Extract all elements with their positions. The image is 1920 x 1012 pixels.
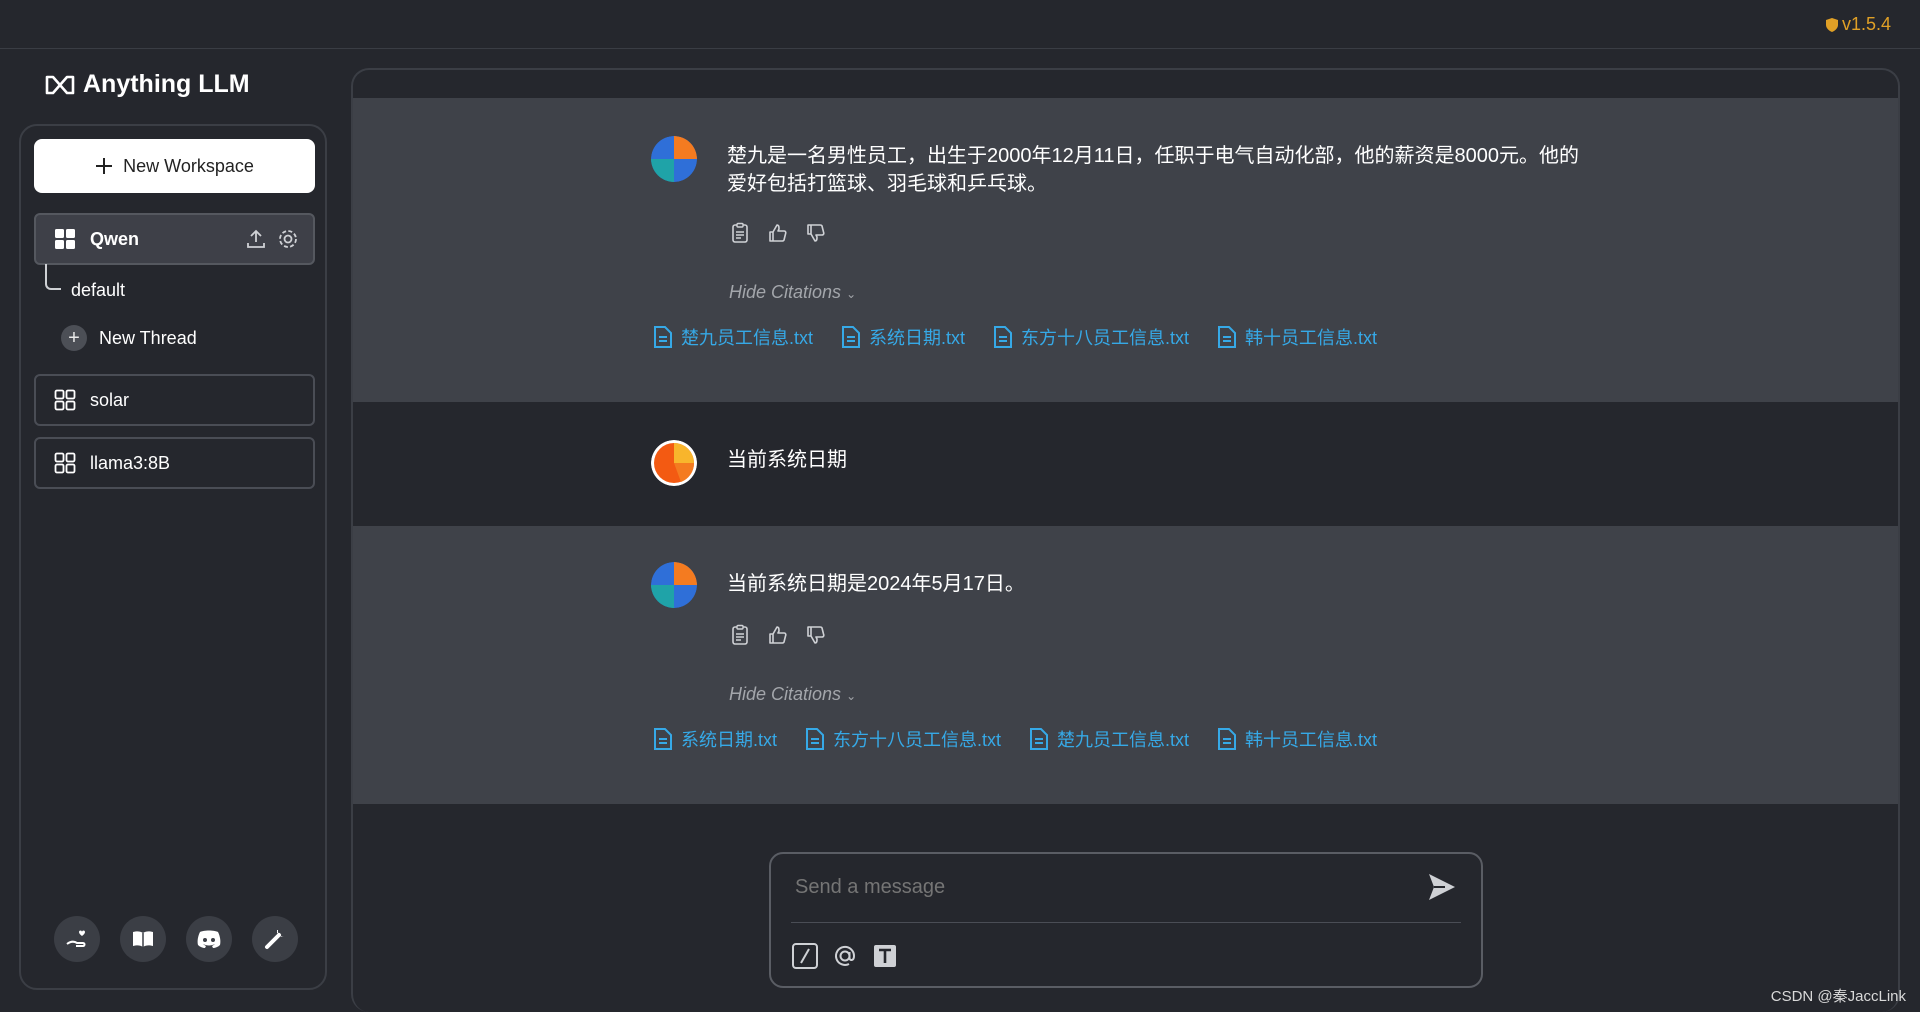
assistant-message: 楚九是一名男性员工，出生于2000年12月11日，任职于电气自动化部，他的薪资是… (353, 98, 1898, 402)
discord-icon[interactable] (186, 916, 232, 962)
new-thread-label: New Thread (99, 327, 197, 348)
top-bar: v1.5.4 (0, 0, 1920, 49)
gear-icon[interactable] (277, 228, 299, 250)
book-icon[interactable] (120, 916, 166, 962)
document-icon (994, 326, 1013, 348)
version-badge: v1.5.4 (1825, 14, 1891, 35)
app-logo: Anything LLM (45, 70, 250, 99)
document-icon (654, 326, 672, 348)
citation-item[interactable]: 东方十八员工信息.txt (805, 726, 1001, 752)
user-message: 当前系统日期 (353, 402, 1898, 526)
new-thread-button[interactable]: + New Thread (61, 325, 197, 351)
new-workspace-label: New Workspace (123, 155, 254, 176)
citation-label: 楚九员工信息.txt (1057, 730, 1190, 750)
assistant-avatar (651, 136, 697, 182)
message-text: 当前系统日期 (727, 449, 847, 471)
composer-tools (791, 942, 899, 970)
message-text: 当前系统日期是2024年5月17日。 (727, 573, 1025, 595)
citation-label: 韩十员工信息.txt (1245, 328, 1378, 348)
citation-label: 系统日期.txt (869, 328, 966, 348)
app-title: Anything LLM (83, 70, 250, 98)
sidebar: New Workspace Qwen default + New Thread … (19, 124, 327, 990)
clipboard-icon[interactable] (729, 624, 751, 646)
chevron-down-icon: ⌄ (846, 689, 857, 703)
clipboard-icon[interactable] (729, 222, 751, 244)
citation-list: 楚九员工信息.txt 系统日期.txt 东方十八员工信息.txt 韩十员工信息.… (653, 324, 1377, 350)
user-avatar (651, 440, 697, 486)
citation-label: 系统日期.txt (681, 730, 778, 750)
hand-heart-icon[interactable] (54, 916, 100, 962)
citation-item[interactable]: 楚九员工信息.txt (653, 324, 813, 350)
citation-item[interactable]: 韩十员工信息.txt (1217, 324, 1377, 350)
document-icon (842, 326, 861, 348)
plus-icon: + (61, 325, 87, 351)
chevron-down-icon: ⌄ (846, 287, 857, 301)
thumbs-up-icon[interactable] (767, 624, 789, 646)
watermark: CSDN @秦JaccLink (1770, 988, 1906, 1005)
text-size-icon[interactable] (871, 942, 899, 970)
citation-label: 东方十八员工信息.txt (1021, 328, 1190, 348)
new-workspace-button[interactable]: New Workspace (34, 139, 315, 193)
thumbs-down-icon[interactable] (805, 222, 827, 244)
workspace-name: solar (90, 389, 130, 410)
grid-icon (54, 452, 76, 474)
version-text: v1.5.4 (1841, 14, 1891, 34)
plus-icon (96, 158, 113, 174)
at-mention-icon[interactable] (831, 942, 859, 970)
workspace-name: llama3:8B (90, 452, 171, 473)
document-icon (654, 728, 672, 750)
document-icon (1218, 326, 1237, 348)
message-actions (729, 624, 827, 646)
sidebar-footer (54, 916, 298, 962)
thumbs-down-icon[interactable] (805, 624, 827, 646)
hide-citations-toggle[interactable]: Hide Citations ⌄ (729, 684, 856, 705)
assistant-message: 当前系统日期是2024年5月17日。 Hide Citations ⌄ 系统日期… (353, 526, 1898, 804)
document-icon (1030, 728, 1049, 750)
citation-list: 系统日期.txt 东方十八员工信息.txt 楚九员工信息.txt 韩十员工信息.… (653, 726, 1377, 752)
hide-citations-label: Hide Citations (729, 684, 842, 704)
slash-command-icon[interactable] (791, 942, 819, 970)
message-composer (769, 852, 1483, 988)
workspace-name: Qwen (90, 228, 140, 249)
citation-label: 东方十八员工信息.txt (833, 730, 1002, 750)
citation-item[interactable]: 楚九员工信息.txt (1029, 726, 1189, 752)
upload-icon[interactable] (245, 228, 267, 250)
citation-item[interactable]: 韩十员工信息.txt (1217, 726, 1377, 752)
send-icon[interactable] (1425, 870, 1459, 904)
message-text: 楚九是一名男性员工，出生于2000年12月11日，任职于电气自动化部，他的薪资是… (727, 145, 1579, 195)
citation-item[interactable]: 东方十八员工信息.txt (993, 324, 1189, 350)
shield-icon (1825, 17, 1838, 32)
thumbs-up-icon[interactable] (767, 222, 789, 244)
hide-citations-toggle[interactable]: Hide Citations ⌄ (729, 282, 856, 303)
document-icon (1218, 728, 1237, 750)
message-actions (729, 222, 827, 244)
workspace-item-llama3[interactable]: llama3:8B (34, 437, 315, 489)
citation-label: 楚九员工信息.txt (681, 328, 814, 348)
message-input[interactable] (793, 866, 1397, 908)
logo-icon (45, 75, 75, 94)
assistant-avatar (651, 562, 697, 608)
citation-item[interactable]: 系统日期.txt (653, 726, 777, 752)
workspace-item-solar[interactable]: solar (34, 374, 315, 426)
wrench-icon[interactable] (252, 916, 298, 962)
composer-divider (791, 922, 1461, 923)
thread-connector (45, 264, 61, 290)
citation-label: 韩十员工信息.txt (1245, 730, 1378, 750)
thread-item-default[interactable]: default (71, 280, 125, 301)
workspace-item-qwen[interactable]: Qwen (34, 213, 315, 265)
hide-citations-label: Hide Citations (729, 282, 842, 302)
grid-icon (55, 229, 75, 249)
document-icon (806, 728, 825, 750)
grid-icon (54, 389, 76, 411)
citation-item[interactable]: 系统日期.txt (841, 324, 965, 350)
